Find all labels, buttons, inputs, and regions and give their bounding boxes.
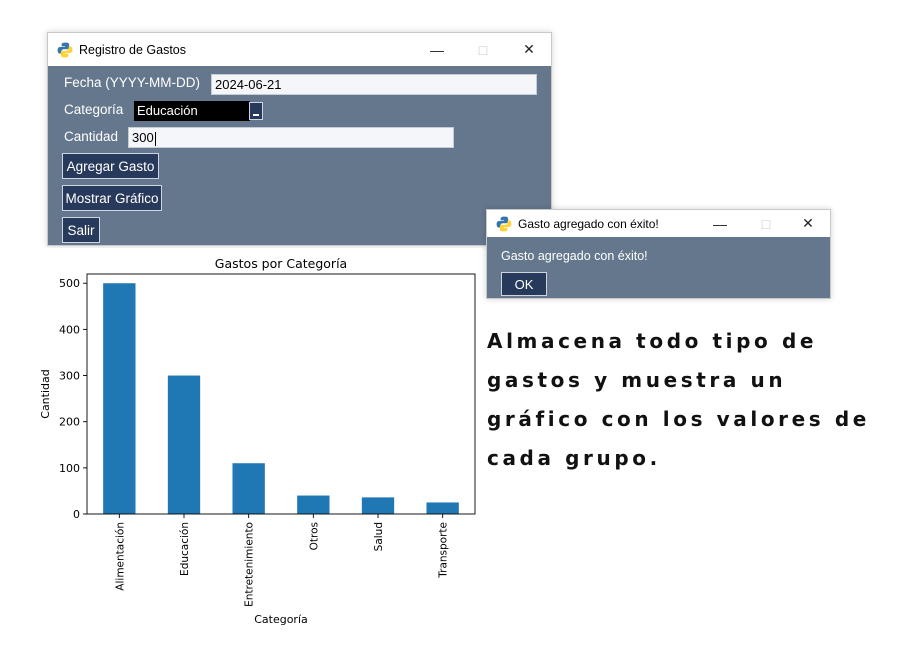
text-cursor [154, 131, 156, 146]
y-tick-label: 400 [59, 323, 80, 336]
chart-title: Gastos por Categoría [215, 256, 347, 271]
fecha-input[interactable]: 2024-06-21 [211, 74, 537, 95]
cantidad-value: 300 [132, 130, 154, 145]
add-expense-button[interactable]: Agregar Gasto [62, 153, 159, 179]
close-button[interactable]: ✕ [506, 33, 552, 66]
bar-educación [167, 375, 201, 514]
bar-chart: Gastos por Categoría 0 100 200 300 400 500 Alim… [39, 256, 476, 626]
python-icon [496, 216, 512, 231]
caption-text: Almacena todo tipo de gastos y muestra u… [487, 322, 887, 478]
maximize-button: □ [761, 215, 771, 232]
success-dialog: Gasto agregado con éxito! — □ ✕ Gasto ag… [486, 209, 831, 299]
dialog-message: Gasto agregado con éxito! [501, 249, 648, 263]
categoria-label: Categoría [64, 102, 124, 117]
exit-button[interactable]: Salir [62, 217, 100, 243]
main-window-title: Registro de Gastos [79, 42, 186, 57]
plot-frame [86, 273, 476, 515]
y-tick-label: 500 [59, 277, 80, 290]
minimize-button[interactable]: — [414, 33, 460, 66]
main-window-body: Fecha (YYYY-MM-DD) 2024-06-21 Categoría … [48, 66, 551, 245]
y-tick-label: 300 [59, 370, 80, 383]
main-window-titlebar[interactable]: Registro de Gastos — □ ✕ [48, 33, 551, 66]
categoria-select[interactable]: Educación [134, 101, 250, 121]
x-axis-label: Categoría [254, 613, 308, 626]
dialog-titlebar[interactable]: Gasto agregado con éxito! — □ ✕ [487, 210, 830, 237]
close-button[interactable]: ✕ [785, 210, 831, 237]
y-tick-label: 100 [59, 462, 80, 475]
bar-alimentación [103, 283, 136, 514]
y-axis-label: Cantidad [39, 369, 52, 418]
bar-salud [361, 497, 395, 514]
cantidad-input[interactable]: 300 [128, 127, 454, 148]
caption-line: Almacena todo tipo de [487, 329, 818, 353]
caption-line: cada grupo. [487, 446, 661, 470]
y-tick-label: 0 [73, 508, 80, 521]
dialog-body: Gasto agregado con éxito! OK [487, 237, 830, 298]
ok-button[interactable]: OK [501, 272, 547, 296]
main-window: Registro de Gastos — □ ✕ Fecha (YYYY-MM-… [47, 32, 552, 246]
caption-line: gráfico con los valores de [487, 407, 870, 431]
bar-transporte [426, 502, 459, 514]
x-tick-label: Entretenimiento [244, 522, 256, 607]
bar-otros [297, 495, 330, 514]
x-tick-label: Alimentación [114, 522, 126, 591]
show-chart-button[interactable]: Mostrar Gráfico [62, 185, 162, 211]
y-tick-label: 200 [59, 416, 80, 429]
caption-line: gastos y muestra un [487, 368, 787, 392]
chevron-down-icon[interactable] [249, 102, 263, 120]
x-tick-label: Salud [373, 522, 385, 551]
dialog-title: Gasto agregado con éxito! [518, 216, 659, 231]
minimize-button[interactable]: — [697, 210, 743, 237]
x-tick-label: Transporte [438, 522, 450, 579]
bar-entretenimiento [232, 463, 265, 514]
cantidad-label: Cantidad [64, 129, 119, 144]
python-icon [57, 42, 73, 57]
x-tick-label: Otros [308, 522, 320, 550]
x-tick-label: Educación [179, 522, 191, 576]
expense-chart: Gastos por Categoría 0 100 200 300 400 500 Alim… [38, 248, 483, 633]
fecha-label: Fecha (YYYY-MM-DD) [64, 75, 201, 90]
maximize-button: □ [478, 41, 488, 58]
